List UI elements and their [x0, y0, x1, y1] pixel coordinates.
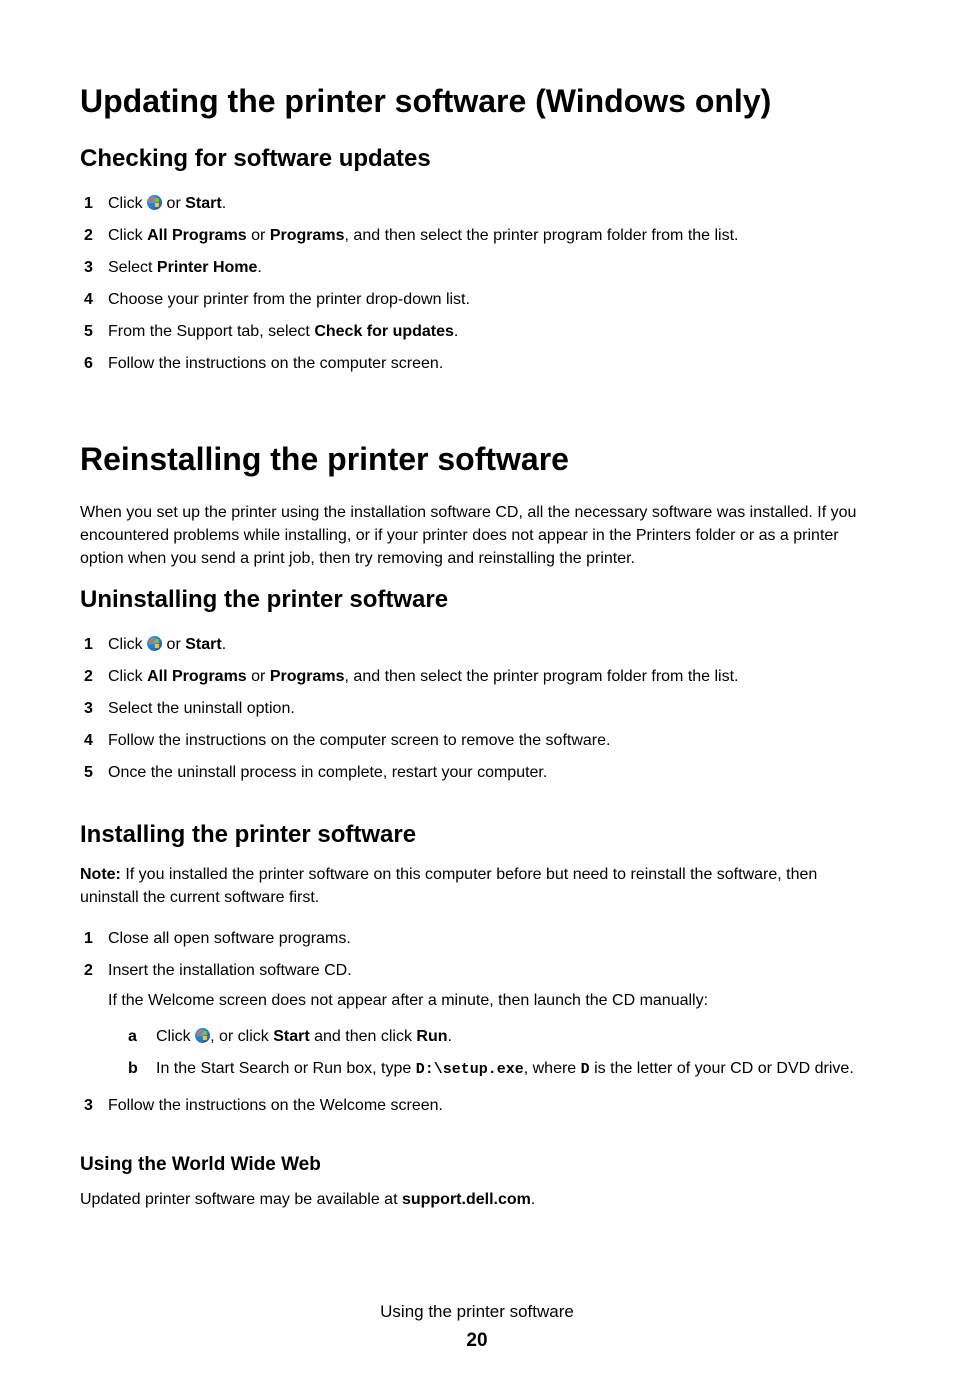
step-text: , and then select the printer program fo… [345, 227, 739, 244]
footer-page-number: 20 [80, 1328, 874, 1354]
list-item: 4 Choose your printer from the printer d… [80, 284, 874, 316]
step-bold: All Programs [147, 668, 247, 685]
step-text: . [257, 259, 261, 276]
heading-reinstalling: Reinstalling the printer software [80, 438, 874, 481]
install-note: Note: If you installed the printer softw… [80, 863, 874, 909]
step-text: and then click [310, 1028, 417, 1045]
step-text: is the letter of your CD or DVD drive. [590, 1060, 854, 1077]
step-bold: Printer Home [157, 259, 257, 276]
list-item: 3 Follow the instructions on the Welcome… [80, 1090, 874, 1122]
step-text: Select the uninstall option. [108, 700, 295, 717]
step-bold: Run [416, 1028, 447, 1045]
step-text: or [162, 636, 185, 653]
install-substeps-list: a Click , or click Start and then click … [108, 1021, 874, 1086]
list-item: 5 From the Support tab, select Check for… [80, 316, 874, 348]
list-item: 3 Select the uninstall option. [80, 693, 874, 725]
step-bold: Start [185, 636, 221, 653]
install-steps-list: 1 Close all open software programs. 2 In… [80, 923, 874, 1122]
step-bold: All Programs [147, 227, 247, 244]
list-item: 2 Click All Programs or Programs, and th… [80, 220, 874, 252]
step-text: Click [108, 668, 147, 685]
step-text: . [222, 195, 226, 212]
step-text: or [162, 195, 185, 212]
checking-steps-list: 1 Click or Start. 2 Click All Programs o… [80, 188, 874, 380]
footer-title: Using the printer software [80, 1301, 874, 1324]
step-code: D [581, 1061, 590, 1078]
list-item: b In the Start Search or Run box, type D… [108, 1053, 874, 1086]
uninstall-steps-list: 1 Click or Start. 2 Click All Programs o… [80, 629, 874, 789]
step-text: Choose your printer from the printer dro… [108, 291, 470, 308]
step-text: . [448, 1028, 452, 1045]
step-text: , and then select the printer program fo… [345, 668, 739, 685]
list-item: 4 Follow the instructions on the compute… [80, 725, 874, 757]
www-suffix: . [531, 1191, 535, 1208]
heading-installing: Installing the printer software [80, 819, 874, 851]
step-bold: Start [185, 195, 221, 212]
windows-start-icon [147, 195, 162, 210]
list-item: a Click , or click Start and then click … [108, 1021, 874, 1053]
step-text: or [247, 668, 270, 685]
heading-checking: Checking for software updates [80, 143, 874, 175]
step-subtext: If the Welcome screen does not appear af… [108, 989, 874, 1013]
step-text: . [454, 323, 458, 340]
list-item: 1 Click or Start. [80, 188, 874, 220]
step-text: In the Start Search or Run box, type [156, 1060, 416, 1077]
step-bold: Check for updates [314, 323, 454, 340]
step-bold: Programs [270, 668, 345, 685]
windows-start-icon [147, 636, 162, 651]
step-text: Click [108, 636, 147, 653]
heading-www: Using the World Wide Web [80, 1152, 874, 1178]
step-text: . [222, 636, 226, 653]
step-text: Follow the instructions on the Welcome s… [108, 1097, 443, 1114]
step-text: Select [108, 259, 157, 276]
note-text: If you installed the printer software on… [80, 866, 817, 906]
reinstalling-intro: When you set up the printer using the in… [80, 501, 874, 571]
step-text: Close all open software programs. [108, 930, 351, 947]
note-label: Note: [80, 866, 121, 883]
list-item: 2 Click All Programs or Programs, and th… [80, 661, 874, 693]
step-text: , or click [210, 1028, 273, 1045]
step-bold: Start [273, 1028, 309, 1045]
step-text: Click [108, 227, 147, 244]
list-item: 6 Follow the instructions on the compute… [80, 348, 874, 380]
list-item: 1 Close all open software programs. [80, 923, 874, 955]
step-text: From the Support tab, select [108, 323, 314, 340]
list-item: 5 Once the uninstall process in complete… [80, 757, 874, 789]
step-bold: Programs [270, 227, 345, 244]
list-item: 2 Insert the installation software CD. I… [80, 955, 874, 1090]
step-text: Click [156, 1028, 195, 1045]
windows-start-icon [195, 1028, 210, 1043]
step-text: Once the uninstall process in complete, … [108, 764, 547, 781]
step-text: , where [524, 1060, 581, 1077]
page-footer: Using the printer software 20 [80, 1301, 874, 1354]
step-text: Insert the installation software CD. [108, 962, 352, 979]
list-item: 1 Click or Start. [80, 629, 874, 661]
step-text: Follow the instructions on the computer … [108, 355, 443, 372]
list-item: 3 Select Printer Home. [80, 252, 874, 284]
heading-uninstalling: Uninstalling the printer software [80, 584, 874, 616]
step-text: Click [108, 195, 147, 212]
step-text: or [247, 227, 270, 244]
heading-updating: Updating the printer software (Windows o… [80, 80, 874, 123]
www-prefix: Updated printer software may be availabl… [80, 1191, 402, 1208]
www-link: support.dell.com [402, 1191, 531, 1208]
www-text: Updated printer software may be availabl… [80, 1188, 874, 1211]
step-code: D:\setup.exe [416, 1061, 524, 1078]
step-text: Follow the instructions on the computer … [108, 732, 610, 749]
